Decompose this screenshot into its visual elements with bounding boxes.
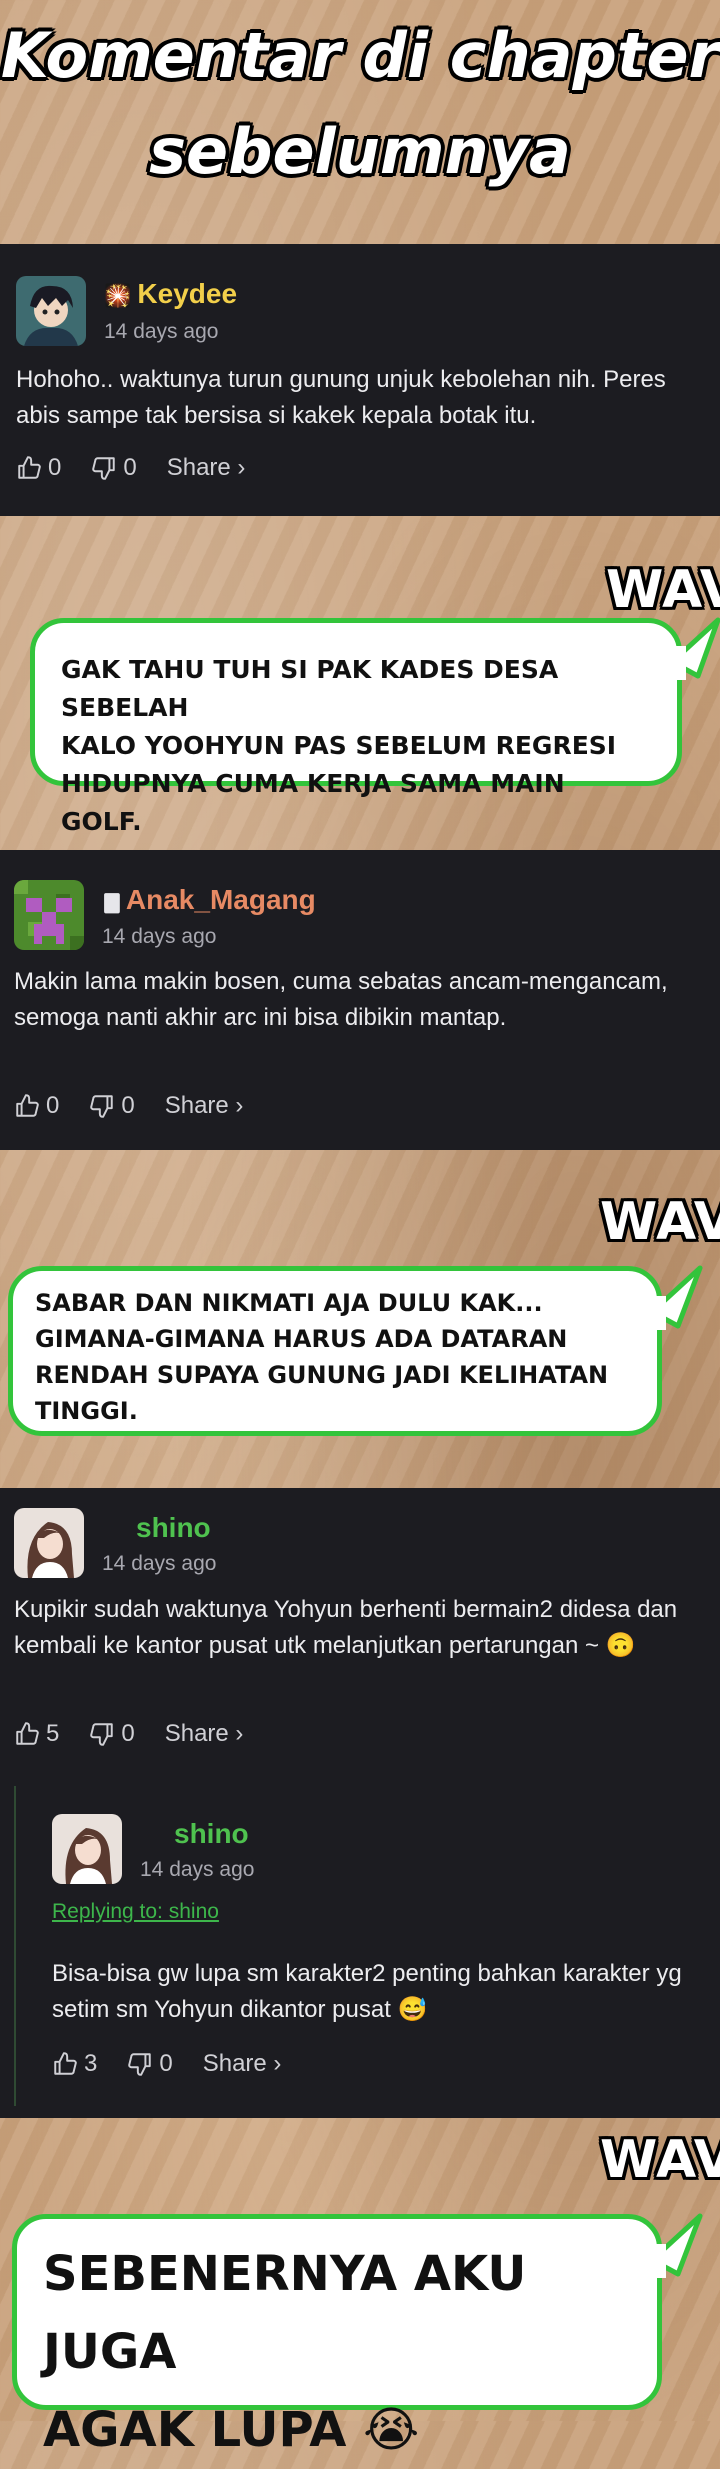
badge-icon: 🀫 [104, 892, 120, 914]
dislike-count: 0 [121, 1092, 135, 1119]
wav-tag: WAV [600, 1192, 720, 1252]
avatar-keydee-icon [16, 276, 86, 346]
like-button[interactable]: 3 [52, 2050, 97, 2078]
dislike-button[interactable]: 0 [89, 1720, 135, 1748]
like-count: 0 [48, 454, 62, 481]
thumbs-up-icon [16, 1094, 39, 1117]
timestamp: 14 days ago [104, 320, 219, 343]
dislike-count: 0 [121, 1720, 135, 1747]
like-button[interactable]: 0 [14, 1092, 59, 1120]
thumbs-down-icon [128, 2053, 152, 2076]
dislike-count: 0 [123, 454, 137, 481]
bubble-text: Sebenernya aku juga agak lupa 😭 [43, 2246, 527, 2458]
title-line-1: Komentar di chapter [0, 19, 720, 92]
like-button[interactable]: 0 [16, 454, 61, 482]
thumbs-up-icon [16, 1722, 39, 1745]
avatar[interactable] [14, 1508, 84, 1578]
comment-card-keydee: 🎇 Keydee 14 days ago Hohoho.. waktunya tu… [0, 244, 720, 516]
bubble-tail-icon [668, 617, 720, 680]
dislike-button[interactable]: 0 [127, 2050, 173, 2078]
reply-actions: 3 0 Share › [52, 2050, 281, 2078]
username-label: Anak_Magang [125, 884, 316, 915]
username[interactable]: 🀫 Anak_Magang [104, 884, 316, 916]
thumbs-up-icon [54, 2052, 77, 2075]
comment-card-anak-magang: 🀫 Anak_Magang 14 days ago Makin lama maki… [0, 850, 720, 1150]
thumbs-down-icon [90, 1095, 114, 1118]
dislike-button[interactable]: 0 [91, 454, 137, 482]
username-label: Keydee [137, 278, 238, 309]
reply-username[interactable]: shino [174, 1818, 249, 1850]
speech-bubble: Sabar dan nikmati aja dulu kak... Gimana… [8, 1266, 662, 1436]
thumbs-up-icon [18, 456, 41, 479]
wav-tag: WAV [606, 560, 720, 620]
dislike-count: 0 [159, 2050, 173, 2077]
bubble-tail-icon [648, 1265, 703, 1330]
title-line-2: sebelumnya [149, 115, 571, 188]
share-button[interactable]: Share › [203, 2050, 282, 2078]
like-count: 3 [84, 2050, 98, 2077]
reply-thread-line [14, 1786, 16, 2106]
avatar[interactable] [14, 880, 84, 950]
comment-actions: 0 0 Share › [16, 454, 245, 482]
avatar[interactable] [16, 276, 86, 346]
bubble-tail-icon [648, 2213, 703, 2278]
avatar-shino-icon [14, 1508, 84, 1578]
comment-text: Kupikir sudah waktunya Yohyun berhenti b… [14, 1596, 678, 1659]
comment-actions: 5 0 Share › [14, 1720, 243, 1748]
share-button[interactable]: Share › [165, 1092, 244, 1120]
like-button[interactable]: 5 [14, 1720, 59, 1748]
replying-to-link[interactable]: Replying to: shino [52, 1900, 219, 1924]
like-count: 5 [46, 1720, 60, 1747]
thumbs-down-icon [90, 1723, 114, 1746]
wav-tag: WAV [600, 2130, 720, 2190]
page-title: Komentar di chapter sebelumnya [0, 0, 720, 240]
comment-text: Hohoho.. waktunya turun gunung unjuk keb… [16, 366, 666, 429]
avatar-shino-icon [52, 1814, 122, 1884]
comment-text: Makin lama makin bosen, cuma sebatas anc… [14, 968, 668, 1031]
share-button[interactable]: Share › [167, 454, 246, 482]
timestamp: 14 days ago [102, 925, 217, 948]
comment-actions: 0 0 Share › [14, 1092, 243, 1120]
avatar-creeper-icon [14, 880, 84, 950]
dislike-button[interactable]: 0 [89, 1092, 135, 1120]
reply-avatar[interactable] [52, 1814, 122, 1884]
reply-text: Bisa-bisa gw lupa sm karakter2 penting b… [52, 1960, 682, 2023]
speech-bubble: Gak tahu tuh si pak kades desa sebelah k… [30, 618, 682, 836]
bubble-text: Sabar dan nikmati aja dulu kak... Gimana… [35, 1289, 609, 1425]
badge-icon: 🎇 [104, 283, 132, 308]
thumbs-down-icon [92, 457, 116, 480]
like-count: 0 [46, 1092, 60, 1119]
speech-bubble: Sebenernya aku juga agak lupa 😭 [12, 2214, 662, 2458]
comment-card-shino: shino 14 days ago Kupikir sudah waktunya… [0, 1488, 720, 2118]
reply-timestamp: 14 days ago [140, 1858, 255, 1881]
username[interactable]: 🎇 Keydee [104, 278, 237, 310]
timestamp: 14 days ago [102, 1552, 217, 1575]
share-button[interactable]: Share › [165, 1720, 244, 1748]
bubble-text: Gak tahu tuh si pak kades desa sebelah k… [61, 655, 617, 836]
username[interactable]: shino [136, 1512, 211, 1544]
